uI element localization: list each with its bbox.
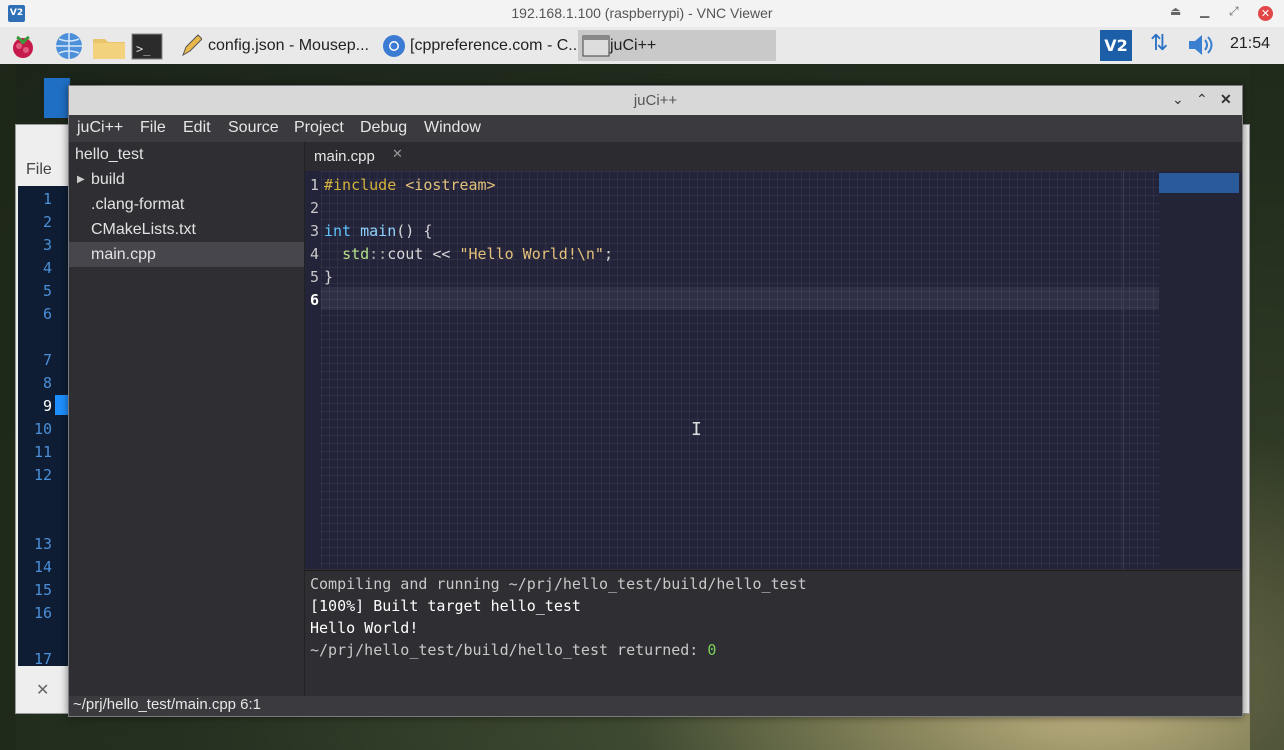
window-icon xyxy=(582,34,610,57)
line-number: 3 xyxy=(309,222,319,240)
line-number-gutter: 1 2 3 4 5 6 xyxy=(305,171,321,569)
minimap[interactable] xyxy=(1159,171,1242,569)
terminal-line: ~/prj/hello_test/build/hello_test return… xyxy=(310,641,717,659)
menu-source[interactable]: Source xyxy=(228,119,279,137)
trash-icon[interactable] xyxy=(44,78,70,118)
tree-item-main-cpp[interactable]: main.cpp xyxy=(69,242,304,267)
return-code: 0 xyxy=(707,641,717,659)
vnc-close-button[interactable]: ✕ xyxy=(1258,6,1273,21)
tree-item-cmakelists[interactable]: CMakeLists.txt xyxy=(69,217,304,242)
task-label: [cppreference.com - C... xyxy=(410,37,578,54)
svg-text:>_: >_ xyxy=(136,42,151,56)
line-number: 5 xyxy=(309,268,319,286)
menu-debug[interactable]: Debug xyxy=(360,119,407,137)
close-icon[interactable]: ✕ xyxy=(1220,91,1232,108)
line-number: 2 xyxy=(309,199,319,217)
task-label: juCi++ xyxy=(610,37,657,54)
menu-file[interactable]: File xyxy=(140,119,166,137)
code-line-5: } xyxy=(324,268,334,286)
current-line-highlight xyxy=(321,287,1159,310)
tab-bar: main.cpp ✕ xyxy=(305,142,1242,174)
menu-bar: juCi++ File Edit Source Project Debug Wi… xyxy=(69,115,1242,142)
background-cursor-line xyxy=(55,395,69,415)
status-text: ~/prj/hello_test/main.cpp 6:1 xyxy=(73,696,262,713)
taskbar: >_ config.json - Mousep... [cppreference… xyxy=(0,27,1284,65)
tree-item-label: CMakeLists.txt xyxy=(91,221,196,238)
background-line-gutter: 1 2 3 4 5 6 7 8 9 10 11 12 13 14 15 16 1… xyxy=(18,186,70,668)
code-line-4: std::cout << "Hello World!\n"; xyxy=(342,245,613,263)
right-margin-line xyxy=(1123,171,1124,569)
menu-edit[interactable]: Edit xyxy=(183,119,211,137)
tree-item-label: .clang-format xyxy=(91,196,185,213)
vnc-tray-icon[interactable]: V2 xyxy=(1100,30,1132,61)
code-line-1: #include <iostream> xyxy=(324,176,496,194)
chevron-down-icon[interactable]: ⌄ xyxy=(1172,91,1184,108)
code-editor[interactable]: 1 2 3 4 5 6 #include <iostream> int main… xyxy=(305,171,1242,569)
line-number: 1 xyxy=(309,176,319,194)
vnc-title-bar: V2 192.168.1.100 (raspberrypi) - VNC Vie… xyxy=(0,0,1284,27)
task-config-json[interactable]: config.json - Mousep... xyxy=(176,30,376,61)
project-tree: hello_test ▶ build .clang-format CMakeLi… xyxy=(69,142,305,696)
tab-label: main.cpp xyxy=(314,148,375,165)
task-jucipp[interactable]: juCi++ xyxy=(578,30,776,61)
keep-above-icon[interactable]: ⏏ xyxy=(1170,4,1181,18)
tab-main-cpp[interactable]: main.cpp ✕ xyxy=(305,142,409,174)
jucipp-window: juCi++ ⌄ ⌃ ✕ juCi++ File Edit Source Pro… xyxy=(68,85,1243,717)
tree-item-clang-format[interactable]: .clang-format xyxy=(69,192,304,217)
expander-icon[interactable]: ▶ xyxy=(77,167,85,192)
vnc-window-title: 192.168.1.100 (raspberrypi) - VNC Viewer xyxy=(511,5,773,21)
raspberry-menu-icon[interactable] xyxy=(8,31,38,61)
minimap-viewport[interactable] xyxy=(1159,173,1239,193)
minimize-icon[interactable]: ▁ xyxy=(1200,4,1209,18)
text-cursor-icon: I xyxy=(691,419,702,440)
terminal-line: Compiling and running ~/prj/hello_test/b… xyxy=(310,575,807,593)
window-title: juCi++ xyxy=(633,92,678,109)
line-number: 4 xyxy=(309,245,319,263)
line-number-current: 6 xyxy=(309,291,319,309)
task-label: config.json - Mousep... xyxy=(208,37,369,54)
network-icon[interactable]: ⇅ xyxy=(1150,31,1168,56)
chromium-icon xyxy=(382,34,405,57)
menu-window[interactable]: Window xyxy=(424,119,481,137)
tree-item-build[interactable]: ▶ build xyxy=(69,167,304,192)
maximize-icon[interactable]: ⤢ xyxy=(1229,4,1239,19)
menu-project[interactable]: Project xyxy=(294,119,344,137)
file-manager-icon[interactable] xyxy=(92,31,125,61)
terminal-output[interactable]: Compiling and running ~/prj/hello_test/b… xyxy=(305,570,1242,697)
background-menu-file[interactable]: File xyxy=(26,161,52,179)
chevron-up-icon[interactable]: ⌃ xyxy=(1196,91,1208,108)
menu-jucipp[interactable]: juCi++ xyxy=(77,119,123,137)
terminal-line: Hello World! xyxy=(310,619,419,637)
tree-item-label: build xyxy=(91,171,125,188)
task-cppreference[interactable]: [cppreference.com - C... xyxy=(378,30,578,61)
terminal-line: [100%] Built target hello_test xyxy=(310,597,581,615)
terminal-icon[interactable]: >_ xyxy=(131,31,163,61)
project-root[interactable]: hello_test xyxy=(75,142,310,167)
tree-item-label: main.cpp xyxy=(91,246,156,263)
window-title-bar: juCi++ ⌄ ⌃ ✕ xyxy=(69,86,1242,115)
tab-close-icon[interactable]: ✕ xyxy=(392,147,403,162)
web-browser-icon[interactable] xyxy=(54,31,84,61)
clock[interactable]: 21:54 xyxy=(1230,35,1270,53)
status-bar: ~/prj/hello_test/main.cpp 6:1 xyxy=(69,696,1242,716)
code-line-3: int main() { xyxy=(324,222,433,240)
text-editor-icon xyxy=(180,34,203,57)
close-icon[interactable]: ✕ xyxy=(36,680,49,699)
volume-icon[interactable] xyxy=(1186,31,1216,63)
